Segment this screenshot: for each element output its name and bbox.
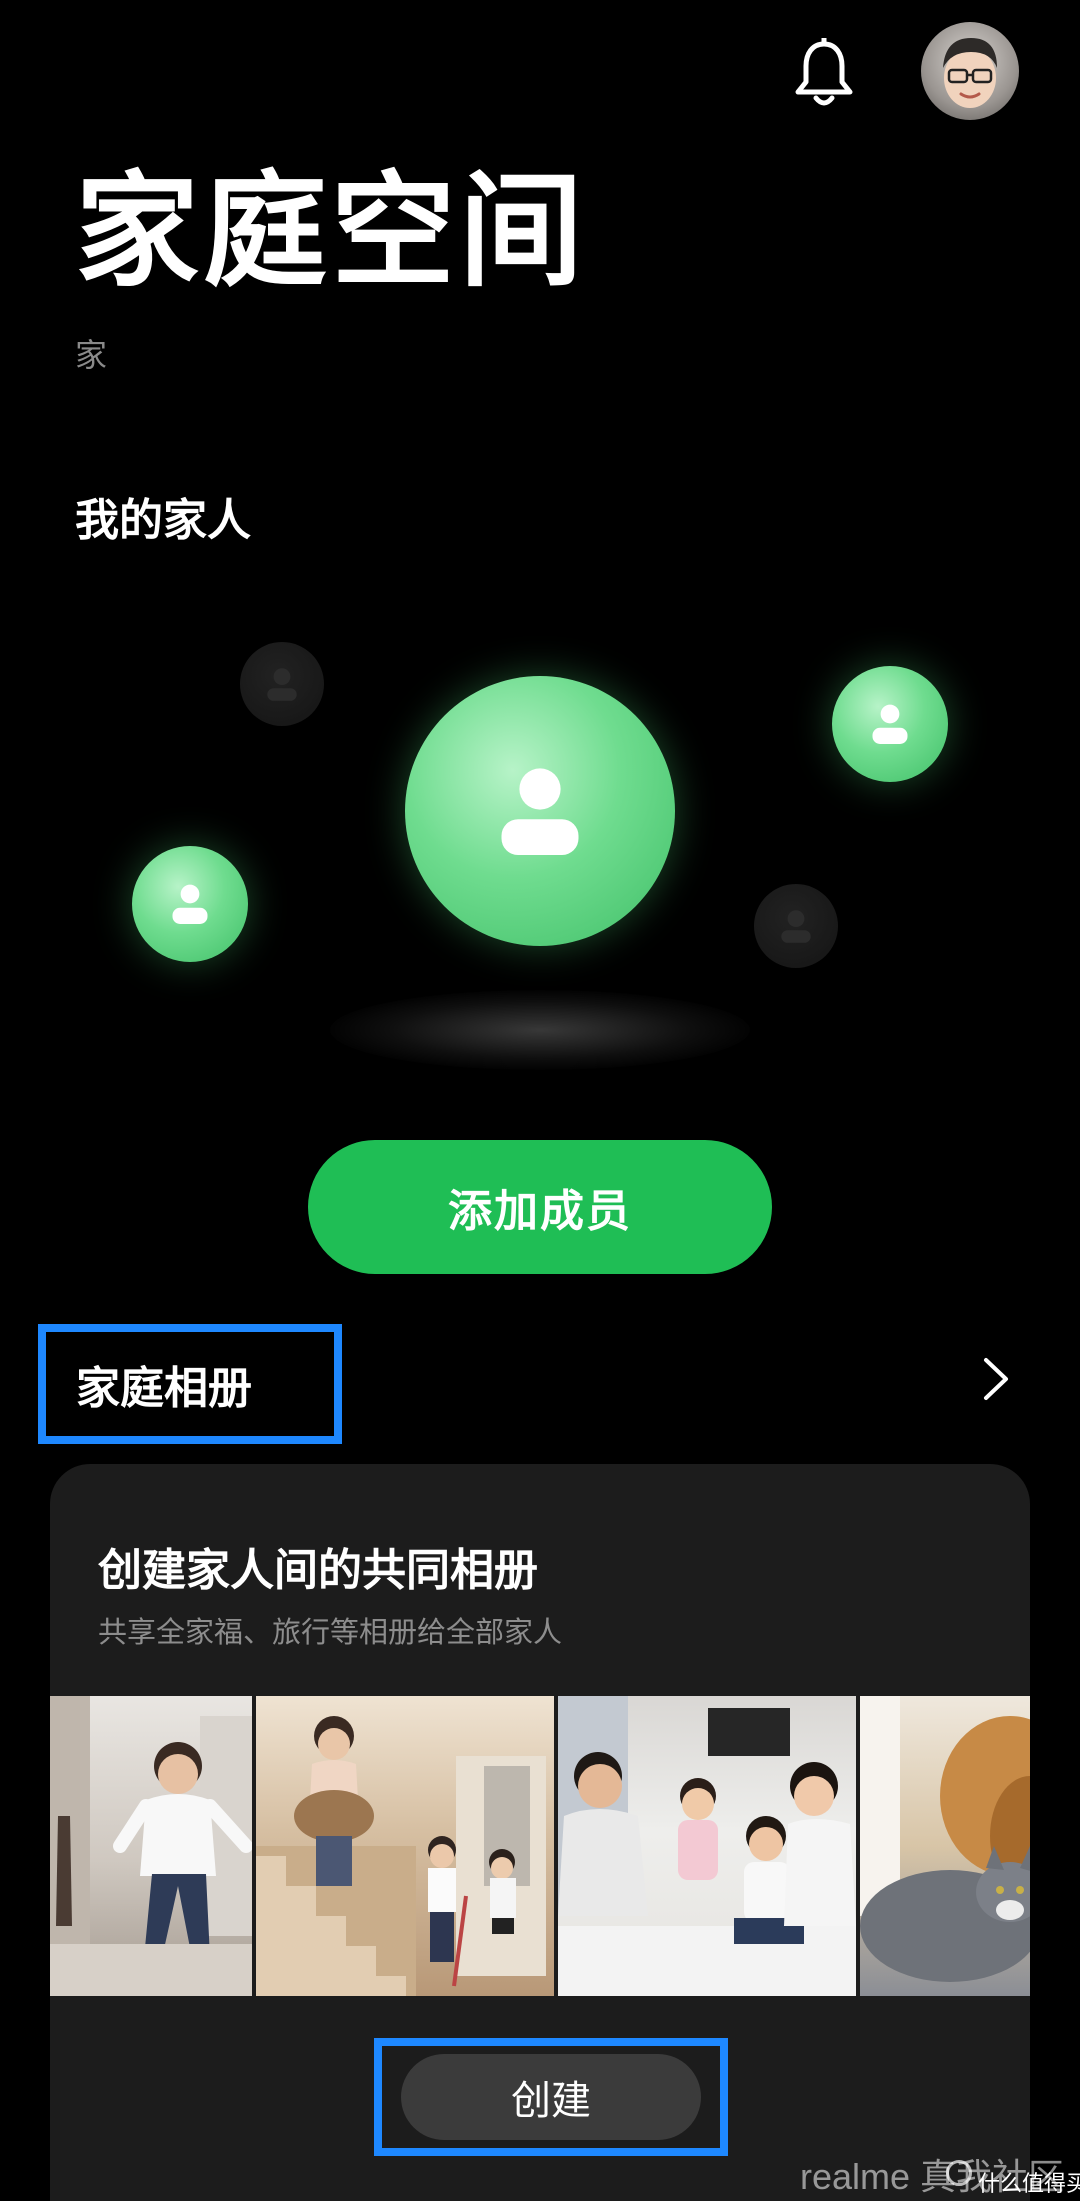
member-bubble: [832, 666, 948, 782]
album-section-highlight[interactable]: 家庭相册: [38, 1324, 342, 1444]
card-title: 创建家人间的共同相册: [98, 1545, 538, 1596]
create-album-button[interactable]: 创建: [401, 2054, 701, 2140]
sample-photo: [558, 1696, 856, 1996]
page-title: 家庭空间: [75, 160, 588, 304]
empty-member-slot: [754, 884, 838, 968]
chevron-right-icon[interactable]: [976, 1354, 1016, 1404]
empty-member-slot: [240, 642, 324, 726]
add-member-button[interactable]: 添加成员: [308, 1140, 772, 1274]
member-bubble-main: [405, 676, 675, 946]
shared-album-card: 创建家人间的共同相册 共享全家福、旅行等相册给全部家人 创建: [50, 1464, 1030, 2201]
bell-icon[interactable]: [792, 38, 856, 110]
my-family-heading: 我的家人: [75, 495, 251, 546]
sample-photo: [256, 1696, 554, 1996]
page-subtitle: 家: [75, 336, 108, 374]
family-album-label: 家庭相册: [76, 1363, 252, 1414]
person-icon: [872, 704, 908, 744]
family-space-screen: 家庭空间 家 我的家人 添加成员 家庭相册 创建家人间的共同相册 共享全家福、旅…: [0, 0, 1080, 2201]
watermark-logo-icon: [946, 2160, 972, 2186]
watermark-brand: 什么值得买: [978, 2172, 1080, 2197]
avatar[interactable]: [921, 22, 1019, 120]
sample-photo: [50, 1696, 252, 1996]
sample-photo-strip: [50, 1696, 1030, 1996]
create-button-highlight: 创建: [374, 2038, 728, 2156]
card-subtitle: 共享全家福、旅行等相册给全部家人: [98, 1615, 563, 1649]
bubble-shadow: [330, 990, 750, 1070]
sample-photo: [860, 1696, 1030, 1996]
person-icon: [501, 768, 579, 855]
person-icon: [172, 884, 208, 924]
memoji-avatar-icon: [943, 38, 997, 108]
person-icon: [267, 668, 297, 701]
member-bubble: [132, 846, 248, 962]
person-icon: [781, 910, 811, 943]
